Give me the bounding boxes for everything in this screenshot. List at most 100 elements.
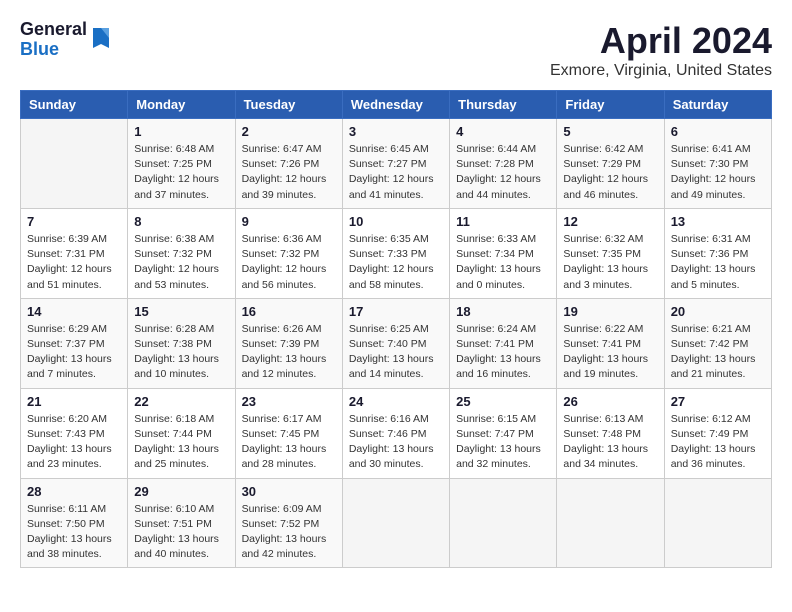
header-cell-tuesday: Tuesday <box>235 91 342 119</box>
day-number: 6 <box>671 124 765 139</box>
day-cell: 13 Sunrise: 6:31 AM Sunset: 7:36 PM Dayli… <box>664 208 771 298</box>
day-number: 23 <box>242 394 336 409</box>
day-info: Sunrise: 6:17 AM Sunset: 7:45 PM Dayligh… <box>242 412 336 473</box>
day-number: 9 <box>242 214 336 229</box>
day-info: Sunrise: 6:44 AM Sunset: 7:28 PM Dayligh… <box>456 142 550 203</box>
day-number: 1 <box>134 124 228 139</box>
day-info: Sunrise: 6:41 AM Sunset: 7:30 PM Dayligh… <box>671 142 765 203</box>
day-number: 25 <box>456 394 550 409</box>
day-info: Sunrise: 6:25 AM Sunset: 7:40 PM Dayligh… <box>349 322 443 383</box>
day-cell: 24 Sunrise: 6:16 AM Sunset: 7:46 PM Dayli… <box>342 388 449 478</box>
day-cell: 26Sunrise: 6:13 AM Sunset: 7:48 PM Dayli… <box>557 388 664 478</box>
day-number: 3 <box>349 124 443 139</box>
day-number: 2 <box>242 124 336 139</box>
day-number: 30 <box>242 484 336 499</box>
day-cell: 8 Sunrise: 6:38 AM Sunset: 7:32 PM Daylig… <box>128 208 235 298</box>
day-number: 16 <box>242 304 336 319</box>
day-number: 8 <box>134 214 228 229</box>
day-info: Sunrise: 6:35 AM Sunset: 7:33 PM Dayligh… <box>349 232 443 293</box>
day-number: 24 <box>349 394 443 409</box>
day-cell: 3 Sunrise: 6:45 AM Sunset: 7:27 PM Daylig… <box>342 119 449 209</box>
week-row-1: 1Sunrise: 6:48 AM Sunset: 7:25 PM Daylig… <box>21 119 772 209</box>
logo-blue: Blue <box>20 40 87 60</box>
day-cell: 29Sunrise: 6:10 AM Sunset: 7:51 PM Dayli… <box>128 478 235 568</box>
day-info: Sunrise: 6:26 AM Sunset: 7:39 PM Dayligh… <box>242 322 336 383</box>
day-info: Sunrise: 6:20 AM Sunset: 7:43 PM Dayligh… <box>27 412 121 473</box>
week-row-2: 7 Sunrise: 6:39 AM Sunset: 7:31 PM Daylig… <box>21 208 772 298</box>
logo-text: General Blue <box>20 20 87 60</box>
day-info: Sunrise: 6:16 AM Sunset: 7:46 PM Dayligh… <box>349 412 443 473</box>
day-cell: 7 Sunrise: 6:39 AM Sunset: 7:31 PM Daylig… <box>21 208 128 298</box>
day-number: 5 <box>563 124 657 139</box>
day-cell <box>450 478 557 568</box>
day-cell <box>342 478 449 568</box>
day-info: Sunrise: 6:24 AM Sunset: 7:41 PM Dayligh… <box>456 322 550 383</box>
day-number: 4 <box>456 124 550 139</box>
day-info: Sunrise: 6:22 AM Sunset: 7:41 PM Dayligh… <box>563 322 657 383</box>
week-row-4: 21 Sunrise: 6:20 AM Sunset: 7:43 PM Dayli… <box>21 388 772 478</box>
calendar-header: SundayMondayTuesdayWednesdayThursdayFrid… <box>21 91 772 119</box>
day-info: Sunrise: 6:15 AM Sunset: 7:47 PM Dayligh… <box>456 412 550 473</box>
day-info: Sunrise: 6:45 AM Sunset: 7:27 PM Dayligh… <box>349 142 443 203</box>
logo-icon <box>89 24 113 52</box>
day-cell: 22Sunrise: 6:18 AM Sunset: 7:44 PM Dayli… <box>128 388 235 478</box>
day-info: Sunrise: 6:39 AM Sunset: 7:31 PM Dayligh… <box>27 232 121 293</box>
day-cell: 5 Sunrise: 6:42 AM Sunset: 7:29 PM Daylig… <box>557 119 664 209</box>
day-cell: 2 Sunrise: 6:47 AM Sunset: 7:26 PM Daylig… <box>235 119 342 209</box>
day-number: 18 <box>456 304 550 319</box>
day-number: 14 <box>27 304 121 319</box>
day-info: Sunrise: 6:31 AM Sunset: 7:36 PM Dayligh… <box>671 232 765 293</box>
location-title: Exmore, Virginia, United States <box>550 62 772 80</box>
day-cell: 11Sunrise: 6:33 AM Sunset: 7:34 PM Dayli… <box>450 208 557 298</box>
day-cell <box>664 478 771 568</box>
day-cell: 9 Sunrise: 6:36 AM Sunset: 7:32 PM Daylig… <box>235 208 342 298</box>
day-cell: 30Sunrise: 6:09 AM Sunset: 7:52 PM Dayli… <box>235 478 342 568</box>
day-number: 10 <box>349 214 443 229</box>
day-number: 7 <box>27 214 121 229</box>
day-number: 26 <box>563 394 657 409</box>
header-row: SundayMondayTuesdayWednesdayThursdayFrid… <box>21 91 772 119</box>
calendar-table: SundayMondayTuesdayWednesdayThursdayFrid… <box>20 90 772 568</box>
day-cell: 16 Sunrise: 6:26 AM Sunset: 7:39 PM Dayli… <box>235 298 342 388</box>
day-cell: 12 Sunrise: 6:32 AM Sunset: 7:35 PM Dayli… <box>557 208 664 298</box>
day-cell: 4 Sunrise: 6:44 AM Sunset: 7:28 PM Daylig… <box>450 119 557 209</box>
day-info: Sunrise: 6:42 AM Sunset: 7:29 PM Dayligh… <box>563 142 657 203</box>
day-cell: 14Sunrise: 6:29 AM Sunset: 7:37 PM Dayli… <box>21 298 128 388</box>
day-cell: 17 Sunrise: 6:25 AM Sunset: 7:40 PM Dayli… <box>342 298 449 388</box>
calendar-body: 1Sunrise: 6:48 AM Sunset: 7:25 PM Daylig… <box>21 119 772 568</box>
week-row-5: 28 Sunrise: 6:11 AM Sunset: 7:50 PM Dayli… <box>21 478 772 568</box>
day-number: 17 <box>349 304 443 319</box>
day-cell: 23 Sunrise: 6:17 AM Sunset: 7:45 PM Dayli… <box>235 388 342 478</box>
day-cell: 6 Sunrise: 6:41 AM Sunset: 7:30 PM Daylig… <box>664 119 771 209</box>
day-info: Sunrise: 6:36 AM Sunset: 7:32 PM Dayligh… <box>242 232 336 293</box>
day-cell: 19 Sunrise: 6:22 AM Sunset: 7:41 PM Dayli… <box>557 298 664 388</box>
day-info: Sunrise: 6:12 AM Sunset: 7:49 PM Dayligh… <box>671 412 765 473</box>
day-cell: 28 Sunrise: 6:11 AM Sunset: 7:50 PM Dayli… <box>21 478 128 568</box>
title-block: April 2024 Exmore, Virginia, United Stat… <box>550 20 772 80</box>
header-cell-monday: Monday <box>128 91 235 119</box>
day-info: Sunrise: 6:32 AM Sunset: 7:35 PM Dayligh… <box>563 232 657 293</box>
header-cell-wednesday: Wednesday <box>342 91 449 119</box>
day-number: 15 <box>134 304 228 319</box>
day-cell: 18 Sunrise: 6:24 AM Sunset: 7:41 PM Dayli… <box>450 298 557 388</box>
day-info: Sunrise: 6:47 AM Sunset: 7:26 PM Dayligh… <box>242 142 336 203</box>
day-cell: 21 Sunrise: 6:20 AM Sunset: 7:43 PM Dayli… <box>21 388 128 478</box>
day-cell: 25 Sunrise: 6:15 AM Sunset: 7:47 PM Dayli… <box>450 388 557 478</box>
month-title: April 2024 <box>550 20 772 62</box>
day-number: 12 <box>563 214 657 229</box>
logo: General Blue <box>20 20 113 60</box>
day-cell <box>21 119 128 209</box>
day-number: 19 <box>563 304 657 319</box>
day-info: Sunrise: 6:33 AM Sunset: 7:34 PM Dayligh… <box>456 232 550 293</box>
day-info: Sunrise: 6:10 AM Sunset: 7:51 PM Dayligh… <box>134 502 228 563</box>
header-cell-thursday: Thursday <box>450 91 557 119</box>
day-number: 21 <box>27 394 121 409</box>
day-info: Sunrise: 6:38 AM Sunset: 7:32 PM Dayligh… <box>134 232 228 293</box>
day-cell: 20Sunrise: 6:21 AM Sunset: 7:42 PM Dayli… <box>664 298 771 388</box>
day-number: 28 <box>27 484 121 499</box>
day-number: 13 <box>671 214 765 229</box>
header-cell-sunday: Sunday <box>21 91 128 119</box>
page-header: General Blue April 2024 Exmore, Virginia… <box>20 20 772 80</box>
day-info: Sunrise: 6:21 AM Sunset: 7:42 PM Dayligh… <box>671 322 765 383</box>
day-info: Sunrise: 6:11 AM Sunset: 7:50 PM Dayligh… <box>27 502 121 563</box>
